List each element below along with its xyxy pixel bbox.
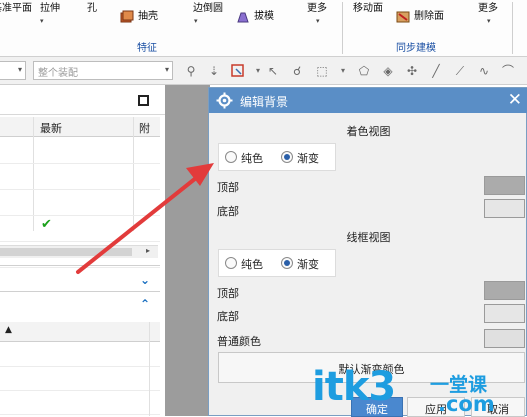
close-icon[interactable]: ✕ xyxy=(508,90,522,110)
scroll-right-arrow-icon[interactable]: ▸ xyxy=(146,246,150,255)
ribbon-extrude[interactable]: 拉伸 xyxy=(40,3,60,15)
ribbon-separator xyxy=(512,2,513,54)
ribbon-draft[interactable]: 拔模 xyxy=(254,11,274,23)
list-item[interactable] xyxy=(0,343,160,367)
spline-icon[interactable]: ⌒ xyxy=(500,63,516,79)
solid-icon[interactable]: ◈ xyxy=(380,63,396,79)
ribbon-more-2[interactable]: 更多 xyxy=(478,3,498,15)
ribbon-group-sync-modeling: 同步建模 xyxy=(396,43,436,54)
checkmark-icon: ✔ xyxy=(41,217,52,232)
navigator-panel: 最新 附 ▸ ⌄ ⌃ ▲ xyxy=(0,85,165,416)
wireframe-view-title: 线框视图 xyxy=(346,231,391,244)
chevron-down-icon[interactable]: ▾ xyxy=(194,17,198,25)
delete-face-icon xyxy=(396,11,410,23)
chevron-down-icon[interactable]: ▾ xyxy=(487,17,491,25)
table-row[interactable] xyxy=(0,216,160,242)
shaded-bottom-label: 底部 xyxy=(217,205,239,218)
normal-color-swatch[interactable] xyxy=(484,329,525,348)
dialog-title: 编辑背景 xyxy=(240,95,289,109)
chevron-down-icon[interactable]: ▾ xyxy=(316,17,320,25)
assembly-scope-combo[interactable]: 整个装配 ▾ xyxy=(33,61,173,80)
toolbar: ▾ 整个装配 ▾ ⚲ ⇣ ▾ ↖ ☌ ⬚ ▾ ⬠ ◈ ✣ ╱ ⟋ ∿ ⌒ xyxy=(0,57,527,85)
snap-icon[interactable]: ⇣ xyxy=(206,63,222,79)
table-row[interactable] xyxy=(0,164,160,190)
ribbon: 基准平面 拉伸 ▾ 孔 抽壳 边倒圆 ▾ 拔模 更多 ▾ 移动面 删除面 更多 … xyxy=(0,0,527,57)
shell-icon xyxy=(120,10,134,23)
shaded-gradient-radio[interactable] xyxy=(281,151,293,163)
ribbon-more-1[interactable]: 更多 xyxy=(307,3,327,15)
edge-icon[interactable]: ⟋ xyxy=(452,63,468,79)
chevron-down-icon: ▾ xyxy=(164,65,169,74)
gear-icon xyxy=(216,92,233,109)
wireframe-solid-label[interactable]: 纯色 xyxy=(241,256,263,272)
shaded-top-color-swatch[interactable] xyxy=(484,176,525,195)
sort-icon[interactable]: ▲ xyxy=(5,325,12,335)
dialog-title-bar[interactable]: 编辑背景 ✕ xyxy=(209,88,527,113)
watermark-url: .com xyxy=(438,392,495,416)
column-header-latest[interactable]: 最新 xyxy=(40,120,62,136)
column-header-attached[interactable]: 附 xyxy=(139,120,150,136)
ribbon-edge-blend[interactable]: 边倒圆 xyxy=(193,3,223,15)
shaded-solid-radio[interactable] xyxy=(225,151,237,163)
divider xyxy=(0,265,160,266)
expand-chevron-icon[interactable]: ⌄ xyxy=(140,273,150,287)
list-item[interactable] xyxy=(0,367,160,391)
curve-icon[interactable]: ∿ xyxy=(476,63,492,79)
wireframe-gradient-label[interactable]: 渐变 xyxy=(297,256,319,272)
grid-divider xyxy=(149,322,150,416)
table-row[interactable] xyxy=(0,138,160,164)
shaded-gradient-label[interactable]: 渐变 xyxy=(297,150,319,166)
maximize-icon[interactable] xyxy=(138,95,149,106)
graphics-window[interactable] xyxy=(165,85,210,416)
ribbon-hole[interactable]: 孔 xyxy=(87,3,97,15)
panel-header xyxy=(0,85,165,115)
shaded-top-label: 顶部 xyxy=(217,181,239,194)
ribbon-delete-face[interactable]: 删除面 xyxy=(414,11,444,23)
shaded-bottom-color-swatch[interactable] xyxy=(484,199,525,218)
lasso-icon[interactable]: ☌ xyxy=(289,63,305,79)
body-icon[interactable]: ⬠ xyxy=(356,63,372,79)
normal-color-label: 普通颜色 xyxy=(217,335,261,348)
collapse-chevron-icon[interactable]: ⌃ xyxy=(140,297,150,311)
wireframe-bottom-color-swatch[interactable] xyxy=(484,304,525,323)
pointer-icon[interactable]: ↖ xyxy=(265,63,281,79)
watermark: itk3 一堂课 .com xyxy=(312,364,527,416)
grid-header: ▲ xyxy=(0,322,160,342)
ribbon-separator xyxy=(342,2,343,54)
select-feature-icon[interactable]: ⚲ xyxy=(183,63,199,79)
wireframe-gradient-radio[interactable] xyxy=(281,257,293,269)
ribbon-group-feature: 特征 xyxy=(137,43,157,54)
selection-filter-icon[interactable] xyxy=(230,63,246,79)
divider xyxy=(0,291,160,292)
chevron-down-icon[interactable]: ▾ xyxy=(335,63,351,79)
chevron-down-icon: ▾ xyxy=(17,65,22,74)
chevron-down-icon[interactable]: ▾ xyxy=(40,17,44,25)
ribbon-move-face[interactable]: 移动面 xyxy=(353,3,383,15)
watermark-logo: itk3 xyxy=(312,364,396,410)
draft-icon xyxy=(237,12,249,23)
shaded-view-title: 着色视图 xyxy=(346,125,391,138)
shaded-view-mode-group: 纯色 渐变 xyxy=(218,143,336,171)
filter-combo[interactable]: ▾ xyxy=(0,61,26,80)
ribbon-datum-plane[interactable]: 基准平面 xyxy=(0,3,32,15)
ribbon-shell[interactable]: 抽壳 xyxy=(138,11,158,23)
line-icon[interactable]: ╱ xyxy=(428,63,444,79)
points-icon[interactable]: ✣ xyxy=(404,63,420,79)
wireframe-bottom-label: 底部 xyxy=(217,310,239,323)
chevron-down-icon[interactable]: ▾ xyxy=(250,63,266,79)
wireframe-solid-radio[interactable] xyxy=(225,257,237,269)
horizontal-scrollbar[interactable]: ▸ xyxy=(0,245,158,258)
scrollbar-thumb[interactable] xyxy=(0,248,132,256)
rectangle-select-icon[interactable]: ⬚ xyxy=(314,63,330,79)
shaded-solid-label[interactable]: 纯色 xyxy=(241,150,263,166)
wireframe-top-color-swatch[interactable] xyxy=(484,281,525,300)
grid-header: 最新 附 xyxy=(0,117,160,137)
wireframe-view-mode-group: 纯色 渐变 xyxy=(218,249,336,277)
wireframe-top-label: 顶部 xyxy=(217,287,239,300)
table-row[interactable] xyxy=(0,190,160,216)
list-item[interactable] xyxy=(0,391,160,415)
